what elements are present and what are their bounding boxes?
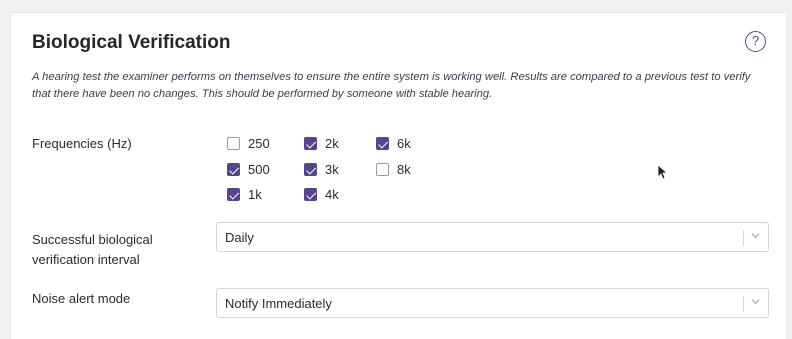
- interval-label-line1: Successful biological: [32, 232, 153, 247]
- chevron-down-icon[interactable]: [751, 231, 760, 240]
- noise-alert-select[interactable]: Notify Immediately: [216, 288, 769, 318]
- frequency-option-500[interactable]: 500: [227, 162, 270, 177]
- select-divider: [743, 230, 744, 246]
- frequency-label-500: 500: [248, 162, 270, 177]
- frequency-label-1k: 1k: [248, 187, 262, 202]
- interval-label-line2: verification interval: [32, 252, 140, 267]
- interval-select[interactable]: Daily: [216, 222, 769, 252]
- frequency-option-4k[interactable]: 4k: [304, 187, 339, 202]
- frequency-option-250[interactable]: 250: [227, 136, 270, 151]
- checkbox-500[interactable]: [227, 163, 240, 176]
- frequency-label-3k: 3k: [325, 162, 339, 177]
- interval-label: Successful biological verification inter…: [32, 230, 153, 270]
- mouse-cursor-icon: [657, 164, 667, 180]
- checkbox-4k[interactable]: [304, 188, 317, 201]
- checkbox-6k[interactable]: [376, 137, 389, 150]
- frequency-label-6k: 6k: [397, 136, 411, 151]
- noise-alert-select-value: Notify Immediately: [225, 296, 332, 311]
- select-divider: [743, 296, 744, 312]
- help-icon[interactable]: ?: [745, 31, 766, 52]
- checkbox-250[interactable]: [227, 137, 240, 150]
- frequency-option-2k[interactable]: 2k: [304, 136, 339, 151]
- frequency-label-8k: 8k: [397, 162, 411, 177]
- section-description: A hearing test the examiner performs on …: [32, 71, 751, 100]
- frequencies-label: Frequencies (Hz): [32, 136, 132, 151]
- chevron-down-icon[interactable]: [751, 297, 760, 306]
- noise-alert-label: Noise alert mode: [32, 291, 131, 306]
- interval-select-value: Daily: [225, 230, 254, 245]
- checkbox-1k[interactable]: [227, 188, 240, 201]
- frequency-label-250: 250: [248, 136, 270, 151]
- section-title: Biological Verification: [32, 32, 231, 53]
- frequency-option-1k[interactable]: 1k: [227, 187, 262, 202]
- frequency-label-4k: 4k: [325, 187, 339, 202]
- frequency-option-6k[interactable]: 6k: [376, 136, 411, 151]
- frequency-option-3k[interactable]: 3k: [304, 162, 339, 177]
- checkbox-2k[interactable]: [304, 137, 317, 150]
- frequency-option-8k[interactable]: 8k: [376, 162, 411, 177]
- checkbox-8k[interactable]: [376, 163, 389, 176]
- frequency-label-2k: 2k: [325, 136, 339, 151]
- checkbox-3k[interactable]: [304, 163, 317, 176]
